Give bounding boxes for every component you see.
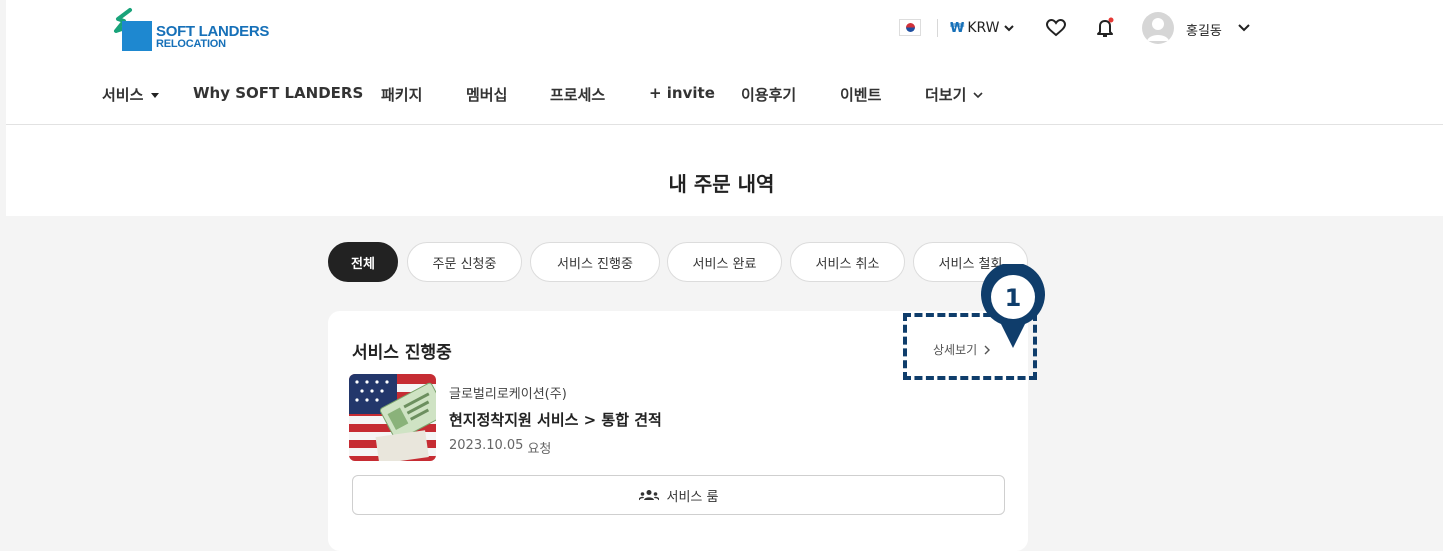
page-title: 내 주문 내역 xyxy=(668,172,775,196)
nav-item-label: 더보기 xyxy=(925,86,967,104)
currency-symbol: ₩ xyxy=(950,20,965,36)
service-room-button[interactable]: 서비스 룸 xyxy=(352,475,1005,515)
nav-item-label: 이벤트 xyxy=(840,86,882,104)
request-date-value: 2023.10.05 xyxy=(449,438,524,453)
bell-icon[interactable] xyxy=(1095,17,1115,39)
request-date: 2023.10.05 요청 xyxy=(449,438,551,457)
tab-all[interactable]: 전체 xyxy=(328,242,398,282)
user-name[interactable]: 홍길동 xyxy=(1186,20,1222,39)
map-pin-marker-icon: 1 xyxy=(981,264,1045,348)
company-name: 글로벌리로케이션(주) xyxy=(449,387,567,402)
nav-item-reviews[interactable]: 이용후기 xyxy=(741,84,796,105)
currency-code: KRW xyxy=(967,20,1000,36)
nav-item-label: 멤버십 xyxy=(466,86,508,104)
nav-item-label: 서비스 xyxy=(102,86,144,104)
currency-selector[interactable]: ₩ KRW xyxy=(950,20,1015,36)
nav-item-label: + invite xyxy=(649,84,715,102)
logo[interactable]: SOFT LANDERS RELOCATION xyxy=(108,7,269,53)
request-date-suffix: 요청 xyxy=(527,442,552,457)
service-room-label: 서비스 룸 xyxy=(666,489,719,505)
chevron-down-icon[interactable] xyxy=(1237,22,1251,34)
order-status-title: 서비스 진행중 xyxy=(352,343,452,363)
nav-item-events[interactable]: 이벤트 xyxy=(840,84,881,105)
nav-item-label: 이용후기 xyxy=(741,86,797,104)
nav-item-more[interactable]: 더보기 xyxy=(925,84,984,105)
chevron-down-icon xyxy=(1003,25,1014,32)
user-icon xyxy=(1147,18,1169,41)
tab-service-cancelled[interactable]: 서비스 취소 xyxy=(790,242,905,282)
chevron-down-icon xyxy=(973,91,983,98)
notification-dot xyxy=(1108,17,1114,23)
nav-item-process[interactable]: 프로세스 xyxy=(550,84,605,105)
caret-down-icon xyxy=(151,92,160,98)
korea-flag-icon[interactable] xyxy=(899,19,921,36)
nav-item-why[interactable]: Why SOFT LANDERS xyxy=(193,84,363,102)
group-icon xyxy=(638,490,659,501)
tab-order-requested[interactable]: 주문 신청중 xyxy=(407,242,522,282)
service-thumbnail xyxy=(349,374,436,461)
nav-item-label: Why SOFT LANDERS xyxy=(193,84,364,102)
nav-item-label: 프로세스 xyxy=(550,86,606,104)
nav-item-services[interactable]: 서비스 xyxy=(102,84,161,105)
header-separator xyxy=(937,19,938,37)
logo-subtext: RELOCATION xyxy=(156,38,226,50)
logo-square xyxy=(122,21,152,51)
tab-service-completed[interactable]: 서비스 완료 xyxy=(667,242,782,282)
nav-item-package[interactable]: 패키지 xyxy=(381,84,422,105)
header-divider xyxy=(6,124,1443,125)
tab-service-in-progress[interactable]: 서비스 진행중 xyxy=(530,242,660,282)
heart-icon[interactable] xyxy=(1046,19,1066,37)
avatar[interactable] xyxy=(1142,12,1174,44)
nav-item-invite[interactable]: + invite xyxy=(649,84,715,102)
marker-number: 1 xyxy=(1005,284,1022,312)
nav-item-membership[interactable]: 멤버십 xyxy=(466,84,507,105)
nav-item-label: 패키지 xyxy=(381,86,423,104)
service-name: 현지정착지원 서비스 > 통합 견적 xyxy=(449,411,662,429)
